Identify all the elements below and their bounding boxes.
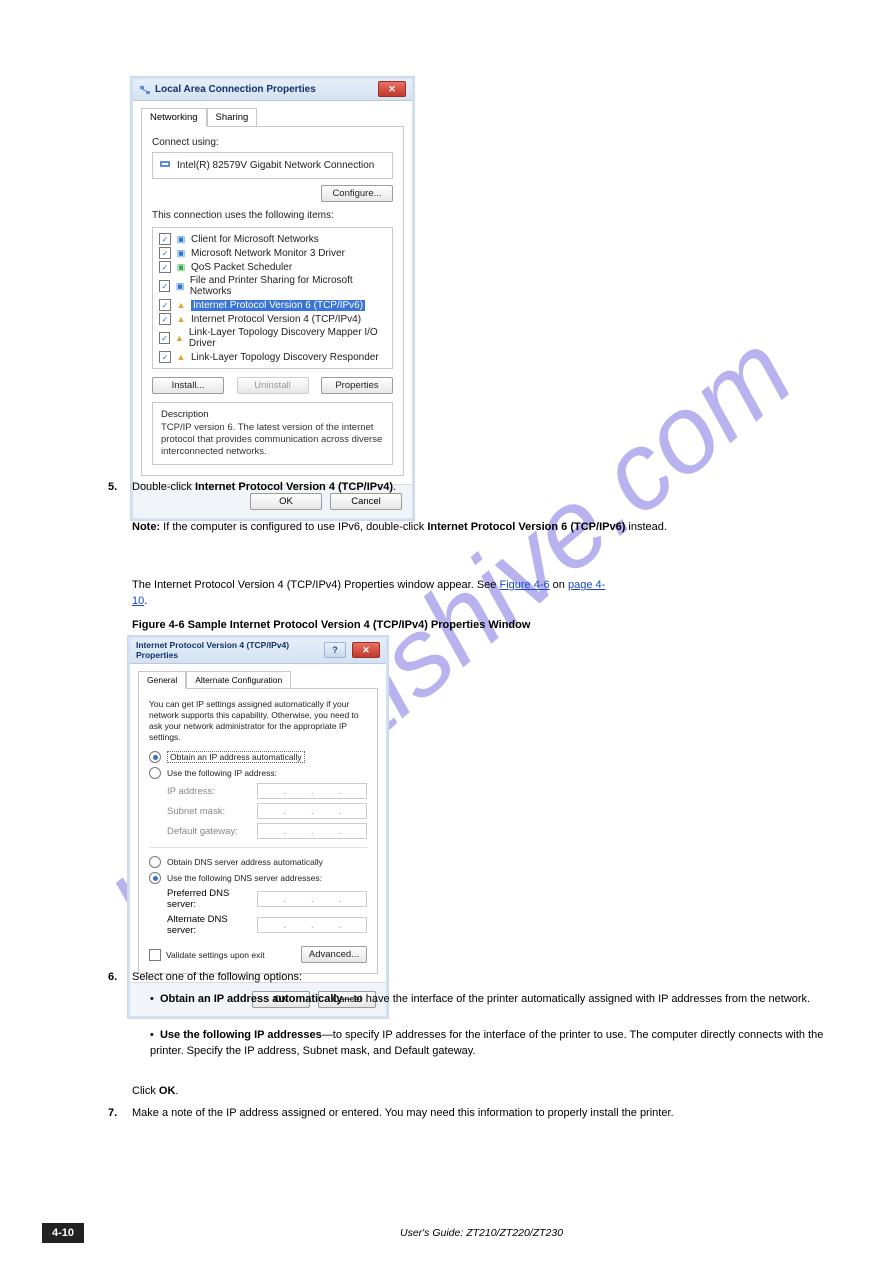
- step-5-note: Note: If the computer is configured to u…: [132, 520, 848, 536]
- list-item[interactable]: ✓▣QoS Packet Scheduler: [159, 260, 386, 274]
- radio-icon[interactable]: [149, 751, 161, 763]
- step-5-text: 5. Double-click Internet Protocol Versio…: [108, 480, 848, 496]
- list-item[interactable]: ✓▲Link-Layer Topology Discovery Mapper I…: [159, 326, 386, 350]
- adapter-icon: [159, 158, 171, 173]
- step-6-option-1: • Obtain an IP address automatically—to …: [150, 992, 848, 1008]
- radio-icon[interactable]: [149, 856, 161, 868]
- tab-general[interactable]: General: [138, 671, 186, 689]
- list-item[interactable]: ✓▲Internet Protocol Version 4 (TCP/IPv4): [159, 312, 386, 326]
- client-icon: ▣: [175, 234, 187, 244]
- connection-properties-window: Local Area Connection Properties ✕ Netwo…: [131, 77, 414, 520]
- window-titlebar: Local Area Connection Properties ✕: [133, 79, 412, 101]
- checkbox-icon[interactable]: [149, 949, 161, 961]
- share-icon: ▣: [174, 281, 185, 291]
- checkbox-icon[interactable]: ✓: [159, 233, 171, 245]
- step-6-click-ok: Click OK.: [132, 1084, 178, 1100]
- uses-items-label: This connection uses the following items…: [152, 210, 393, 221]
- protocol-icon: ▲: [175, 300, 187, 310]
- window-title: Internet Protocol Version 4 (TCP/IPv4) P…: [136, 640, 320, 660]
- pref-dns-input[interactable]: ...: [257, 891, 367, 907]
- radio-icon[interactable]: [149, 767, 161, 779]
- step-6-text: 6. Select one of the following options:: [108, 970, 848, 986]
- figure-link[interactable]: Figure 4-6: [499, 579, 549, 591]
- footer-text: User's Guide: ZT210/ZT220/ZT230: [400, 1226, 563, 1241]
- list-item[interactable]: ✓▣Microsoft Network Monitor 3 Driver: [159, 246, 386, 260]
- qos-icon: ▣: [175, 262, 187, 272]
- radio-use-dns[interactable]: Use the following DNS server addresses:: [149, 872, 367, 884]
- tab-alternate[interactable]: Alternate Configuration: [186, 671, 291, 689]
- list-item-selected[interactable]: ✓▲Internet Protocol Version 6 (TCP/IPv6): [159, 298, 386, 312]
- step-5-continue: The Internet Protocol Version 4 (TCP/IPv…: [132, 578, 848, 610]
- connect-using-label: Connect using:: [152, 137, 393, 148]
- validate-checkbox-row[interactable]: Validate settings upon exit: [149, 949, 265, 961]
- advanced-button[interactable]: Advanced...: [301, 946, 367, 963]
- figure-caption: Figure 4-6 Sample Internet Protocol Vers…: [132, 618, 530, 634]
- checkbox-icon[interactable]: ✓: [159, 261, 171, 273]
- subnet-mask-label: Subnet mask:: [167, 806, 251, 817]
- tab-sharing[interactable]: Sharing: [207, 108, 258, 127]
- step-7-text: 7. Make a note of the IP address assigne…: [108, 1106, 848, 1122]
- network-icon: [139, 83, 151, 95]
- radio-icon[interactable]: [149, 872, 161, 884]
- configure-button[interactable]: Configure...: [321, 185, 393, 202]
- ip-address-input: ...: [257, 783, 367, 799]
- description-text: TCP/IP version 6. The latest version of …: [161, 422, 384, 458]
- checkbox-icon[interactable]: ✓: [159, 351, 171, 363]
- ip-address-label: IP address:: [167, 786, 251, 797]
- install-button[interactable]: Install...: [152, 377, 224, 394]
- description-heading: Description: [161, 409, 384, 420]
- description-box: Description TCP/IP version 6. The latest…: [152, 402, 393, 465]
- pref-dns-label: Preferred DNS server:: [167, 888, 251, 910]
- alt-dns-input[interactable]: ...: [257, 917, 367, 933]
- list-item[interactable]: ✓▣File and Printer Sharing for Microsoft…: [159, 274, 386, 298]
- page-link[interactable]: page 4-: [568, 579, 605, 591]
- tabs-row: Networking Sharing: [133, 101, 412, 126]
- window-titlebar: Internet Protocol Version 4 (TCP/IPv4) P…: [130, 638, 386, 664]
- page-link-2[interactable]: 10: [132, 595, 144, 607]
- alt-dns-label: Alternate DNS server:: [167, 914, 251, 936]
- tabs-row: General Alternate Configuration: [130, 664, 386, 688]
- protocol-icon: ▲: [175, 314, 187, 324]
- close-icon[interactable]: ✕: [352, 642, 380, 658]
- window-title: Local Area Connection Properties: [155, 84, 374, 95]
- ipv4-properties-window: Internet Protocol Version 4 (TCP/IPv4) P…: [128, 636, 388, 1018]
- radio-obtain-dns[interactable]: Obtain DNS server address automatically: [149, 856, 367, 868]
- list-item[interactable]: ✓▲Link-Layer Topology Discovery Responde…: [159, 350, 386, 364]
- properties-button[interactable]: Properties: [321, 377, 393, 394]
- items-list[interactable]: ✓▣Client for Microsoft Networks ✓▣Micros…: [152, 227, 393, 369]
- adapter-field: Intel(R) 82579V Gigabit Network Connecti…: [152, 152, 393, 179]
- gateway-label: Default gateway:: [167, 826, 251, 837]
- checkbox-icon[interactable]: ✓: [159, 313, 171, 325]
- step-6-option-2: • Use the following IP addresses—to spec…: [150, 1028, 848, 1060]
- protocol-icon: ▲: [174, 333, 185, 343]
- checkbox-icon[interactable]: ✓: [159, 280, 170, 292]
- protocol-icon: ▲: [175, 352, 187, 362]
- subnet-mask-input: ...: [257, 803, 367, 819]
- close-icon[interactable]: ✕: [378, 81, 406, 97]
- tab-networking[interactable]: Networking: [141, 108, 207, 127]
- driver-icon: ▣: [175, 248, 187, 258]
- radio-use-ip[interactable]: Use the following IP address:: [149, 767, 367, 779]
- gateway-input: ...: [257, 823, 367, 839]
- adapter-name: Intel(R) 82579V Gigabit Network Connecti…: [177, 160, 374, 171]
- checkbox-icon[interactable]: ✓: [159, 247, 171, 259]
- help-icon[interactable]: ?: [324, 642, 346, 658]
- checkbox-icon[interactable]: ✓: [159, 332, 170, 344]
- radio-obtain-ip[interactable]: Obtain an IP address automatically: [149, 751, 367, 763]
- uninstall-button: Uninstall: [237, 377, 309, 394]
- page-number-badge: 4-10: [42, 1223, 84, 1243]
- checkbox-icon[interactable]: ✓: [159, 299, 171, 311]
- ipv4-intro-text: You can get IP settings assigned automat…: [149, 699, 367, 743]
- list-item[interactable]: ✓▣Client for Microsoft Networks: [159, 232, 386, 246]
